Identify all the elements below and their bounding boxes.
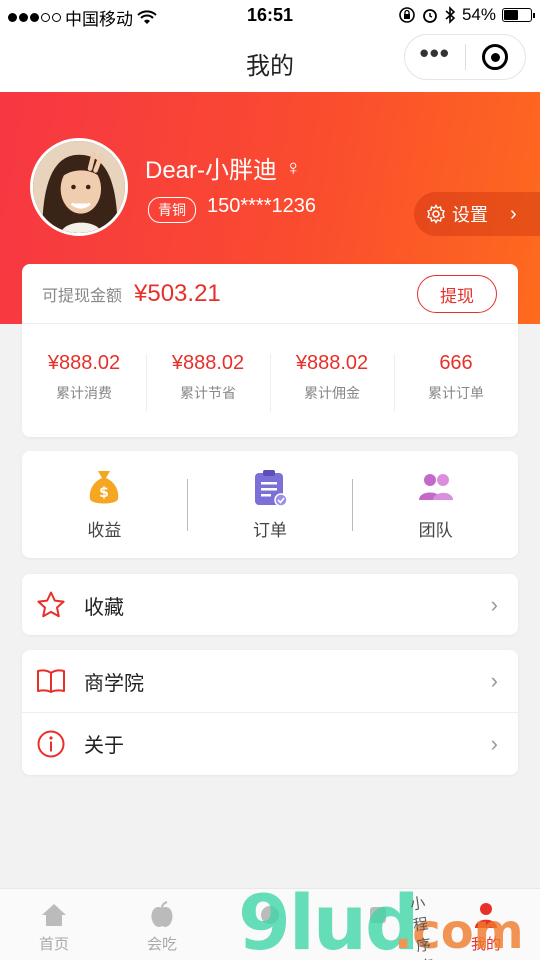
clipboard-icon xyxy=(250,468,290,508)
star-icon xyxy=(36,590,66,620)
entry-label: 订单 xyxy=(253,521,287,540)
entry-label: 收益 xyxy=(87,521,122,540)
tab-label: 会吃 xyxy=(146,936,177,953)
stat-total-commission[interactable]: ¥888.02 累计佣金 xyxy=(270,352,394,412)
bluetooth-icon xyxy=(445,6,456,24)
menu-item-label: 关于 xyxy=(84,735,124,757)
chevron-right-icon: › xyxy=(510,202,517,225)
watermark-logo: 9lud .com 小程序商店 xyxy=(238,878,524,960)
settings-button[interactable]: 设置 › xyxy=(414,192,540,236)
alarm-icon xyxy=(423,9,437,23)
menu-item-label: 收藏 xyxy=(84,596,124,619)
stat-value: ¥888.02 xyxy=(295,352,369,374)
entry-earnings[interactable]: $ 收益 xyxy=(22,468,187,541)
stat-total-spending[interactable]: ¥888.02 累计消费 xyxy=(22,352,146,403)
stat-label: 累计节省 xyxy=(180,385,236,401)
withdrawable-amount: ¥503.21 xyxy=(134,279,221,307)
menu-item-favorites[interactable]: 收藏 › xyxy=(22,574,518,636)
battery-icon xyxy=(502,8,535,22)
close-button[interactable] xyxy=(465,44,525,70)
withdrawable-row: 可提现金额 ¥503.21 提现 xyxy=(22,264,518,324)
home-icon xyxy=(39,901,69,929)
stat-label: 累计佣金 xyxy=(304,385,360,401)
menu-item-academy[interactable]: 商学院 › xyxy=(22,650,518,712)
stat-total-orders[interactable]: 666 累计订单 xyxy=(394,352,518,412)
withdraw-button[interactable]: 提现 xyxy=(417,275,497,313)
member-level-badge: 青铜 xyxy=(148,197,196,223)
chevron-right-icon: › xyxy=(490,592,498,617)
book-icon xyxy=(36,666,66,696)
entry-label: 团队 xyxy=(418,521,453,540)
avatar[interactable] xyxy=(30,138,128,236)
menu-item-label: 商学院 xyxy=(84,672,144,695)
avatar-photo xyxy=(33,141,125,233)
entry-team[interactable]: 团队 xyxy=(353,468,518,541)
mini-program-capsule: ••• xyxy=(404,34,526,80)
people-icon xyxy=(416,468,456,508)
fruit-icon xyxy=(147,901,177,929)
stat-label: 累计订单 xyxy=(428,385,484,401)
info-menu-card: 商学院 › 关于 › xyxy=(22,650,518,775)
stat-total-saved[interactable]: ¥888.02 累计节省 xyxy=(146,352,270,412)
tab-food[interactable]: 会吃 xyxy=(108,889,216,960)
battery-percent: 54% xyxy=(461,5,496,24)
stat-value: ¥888.02 xyxy=(171,352,245,374)
money-bag-icon: $ xyxy=(84,468,124,508)
withdrawable-label: 可提现金额 xyxy=(42,287,123,305)
tab-home[interactable]: 首页 xyxy=(0,889,108,960)
watermark-text: 9lud xyxy=(238,878,419,960)
stats-row: ¥888.02 累计消费 ¥888.02 累计节省 ¥888.02 累计佣金 6… xyxy=(22,324,518,412)
status-bar: 中国移动 16:51 54% xyxy=(0,0,540,30)
svg-text:$: $ xyxy=(99,485,109,501)
target-icon xyxy=(482,44,509,70)
more-button[interactable]: ••• xyxy=(405,40,465,71)
nav-bar: 我的 ••• xyxy=(0,30,540,92)
quick-entry-card: $ 收益 订单 团队 xyxy=(22,451,518,558)
menu-item-about[interactable]: 关于 › xyxy=(22,712,518,774)
entry-orders[interactable]: 订单 xyxy=(188,468,353,541)
status-right: 54% xyxy=(398,5,535,25)
chevron-right-icon: › xyxy=(490,668,498,693)
stat-label: 累计消费 xyxy=(56,385,112,401)
female-icon: ♀ xyxy=(285,154,302,180)
info-icon xyxy=(36,729,66,759)
gear-icon xyxy=(427,204,445,224)
phone-number: 150****1236 xyxy=(207,195,316,217)
tab-label: 首页 xyxy=(38,936,69,953)
user-name-row: Dear-小胖迪 ♀ xyxy=(145,150,302,185)
stat-value: ¥888.02 xyxy=(47,352,121,374)
orientation-lock-icon xyxy=(399,7,415,23)
favorites-card: 收藏 › xyxy=(22,574,518,635)
user-name: Dear-小胖迪 xyxy=(145,157,278,184)
settings-label: 设置 xyxy=(452,205,488,225)
chevron-right-icon: › xyxy=(490,730,498,756)
wallet-card: 可提现金额 ¥503.21 提现 ¥888.02 累计消费 ¥888.02 累计… xyxy=(22,264,518,437)
stat-value: 666 xyxy=(439,352,473,374)
